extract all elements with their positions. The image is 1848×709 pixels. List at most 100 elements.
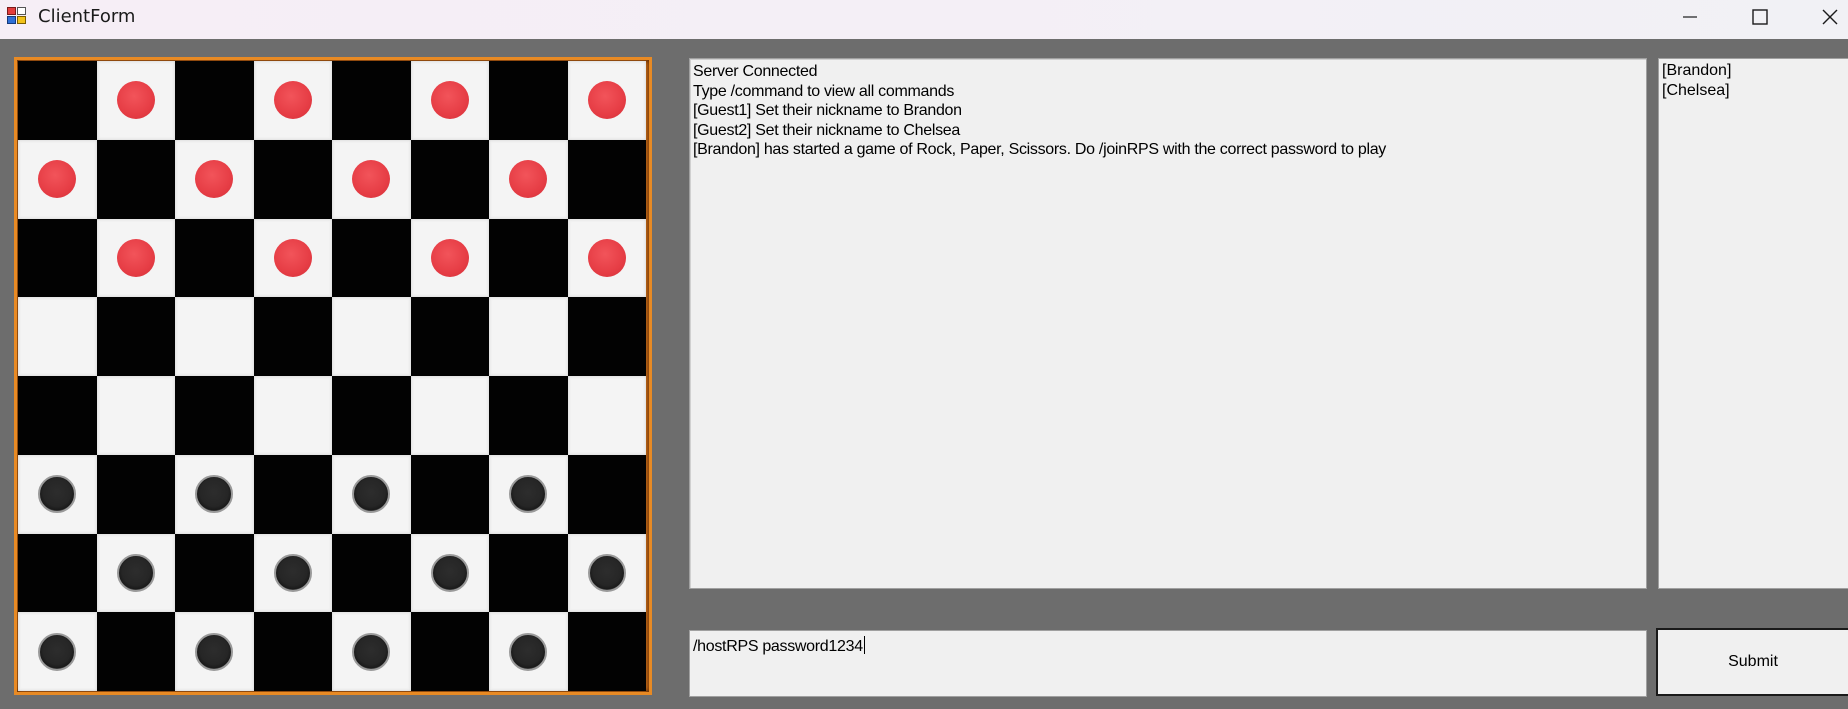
black-checker-piece[interactable] <box>273 553 312 592</box>
board-square[interactable] <box>567 218 646 298</box>
red-checker-piece[interactable] <box>195 160 234 199</box>
board-square[interactable] <box>489 376 568 455</box>
red-checker-piece[interactable] <box>116 238 155 277</box>
board-square[interactable] <box>253 612 332 691</box>
board-square[interactable] <box>567 61 646 140</box>
board-square[interactable] <box>489 454 568 534</box>
board-square[interactable] <box>96 218 175 298</box>
board-square[interactable] <box>489 297 568 376</box>
board-square[interactable] <box>410 139 489 219</box>
black-checker-piece[interactable] <box>509 632 548 671</box>
black-checker-piece[interactable] <box>195 632 234 671</box>
red-checker-piece[interactable] <box>116 81 155 120</box>
board-square[interactable] <box>96 454 175 534</box>
board-square[interactable] <box>567 297 646 376</box>
board-square[interactable] <box>175 218 254 298</box>
board-square[interactable] <box>567 376 646 455</box>
black-checker-piece[interactable] <box>430 553 469 592</box>
board-square[interactable] <box>410 376 489 455</box>
black-checker-piece[interactable] <box>38 632 77 671</box>
board-square[interactable] <box>410 61 489 140</box>
board-square[interactable] <box>567 612 646 691</box>
close-button[interactable] <box>1795 0 1848 33</box>
board-square[interactable] <box>332 612 411 691</box>
board-square[interactable] <box>18 61 97 140</box>
board-square[interactable] <box>567 533 646 613</box>
board-square[interactable] <box>332 61 411 140</box>
board-square[interactable] <box>410 218 489 298</box>
board-square[interactable] <box>18 612 97 691</box>
board-square[interactable] <box>253 533 332 613</box>
board-square[interactable] <box>253 376 332 455</box>
black-checker-piece[interactable] <box>116 553 155 592</box>
board-square[interactable] <box>489 533 568 613</box>
black-checker-piece[interactable] <box>509 475 548 514</box>
user-list-item[interactable]: [Chelsea] <box>1662 81 1845 101</box>
board-square[interactable] <box>175 454 254 534</box>
board-square[interactable] <box>18 454 97 534</box>
board-square[interactable] <box>18 533 97 613</box>
board-square[interactable] <box>332 454 411 534</box>
board-square[interactable] <box>18 376 97 455</box>
board-square[interactable] <box>332 139 411 219</box>
board-square[interactable] <box>175 61 254 140</box>
chat-message: Type /command to view all commands <box>693 82 955 100</box>
board-square[interactable] <box>175 612 254 691</box>
board-square[interactable] <box>332 218 411 298</box>
board-square[interactable] <box>253 297 332 376</box>
black-checker-piece[interactable] <box>195 475 234 514</box>
board-square[interactable] <box>18 218 97 298</box>
red-checker-piece[interactable] <box>587 238 626 277</box>
board-square[interactable] <box>175 139 254 219</box>
red-checker-piece[interactable] <box>38 160 77 199</box>
board-square[interactable] <box>253 454 332 534</box>
board-square[interactable] <box>96 533 175 613</box>
board-square[interactable] <box>18 139 97 219</box>
red-checker-piece[interactable] <box>430 238 469 277</box>
board-square[interactable] <box>410 454 489 534</box>
board-square[interactable] <box>175 533 254 613</box>
board-square[interactable] <box>489 61 568 140</box>
board-square[interactable] <box>96 61 175 140</box>
board-square[interactable] <box>253 61 332 140</box>
board-square[interactable] <box>489 218 568 298</box>
board-square[interactable] <box>96 612 175 691</box>
board-square[interactable] <box>18 297 97 376</box>
board-square[interactable] <box>96 297 175 376</box>
board-square[interactable] <box>332 297 411 376</box>
red-checker-piece[interactable] <box>273 81 312 120</box>
board-square[interactable] <box>410 297 489 376</box>
board-square[interactable] <box>96 139 175 219</box>
board-square[interactable] <box>332 533 411 613</box>
chat-log[interactable]: Server Connected Type /command to view al… <box>689 58 1647 589</box>
red-checker-piece[interactable] <box>430 81 469 120</box>
black-checker-piece[interactable] <box>38 475 77 514</box>
black-checker-piece[interactable] <box>352 632 391 671</box>
board-square[interactable] <box>489 612 568 691</box>
message-input[interactable]: /hostRPS password1234 <box>689 630 1647 697</box>
board-square[interactable] <box>489 139 568 219</box>
red-checker-piece[interactable] <box>587 81 626 120</box>
board-square[interactable] <box>175 376 254 455</box>
board-square[interactable] <box>410 533 489 613</box>
board-square[interactable] <box>175 297 254 376</box>
red-checker-piece[interactable] <box>352 160 391 199</box>
board-square[interactable] <box>332 376 411 455</box>
checkers-board[interactable] <box>18 61 646 691</box>
board-square[interactable] <box>410 612 489 691</box>
board-square[interactable] <box>253 139 332 219</box>
board-square[interactable] <box>253 218 332 298</box>
red-checker-piece[interactable] <box>509 160 548 199</box>
black-checker-piece[interactable] <box>352 475 391 514</box>
user-list-item[interactable]: [Brandon] <box>1662 61 1845 81</box>
close-icon <box>1822 9 1838 24</box>
board-square[interactable] <box>567 139 646 219</box>
submit-button[interactable]: Submit <box>1656 628 1848 696</box>
red-checker-piece[interactable] <box>273 238 312 277</box>
maximize-button[interactable] <box>1725 0 1795 33</box>
black-checker-piece[interactable] <box>587 553 626 592</box>
minimize-button[interactable] <box>1655 0 1725 33</box>
board-square[interactable] <box>567 454 646 534</box>
board-square[interactable] <box>96 376 175 455</box>
user-list[interactable]: [Brandon] [Chelsea] <box>1658 58 1848 589</box>
